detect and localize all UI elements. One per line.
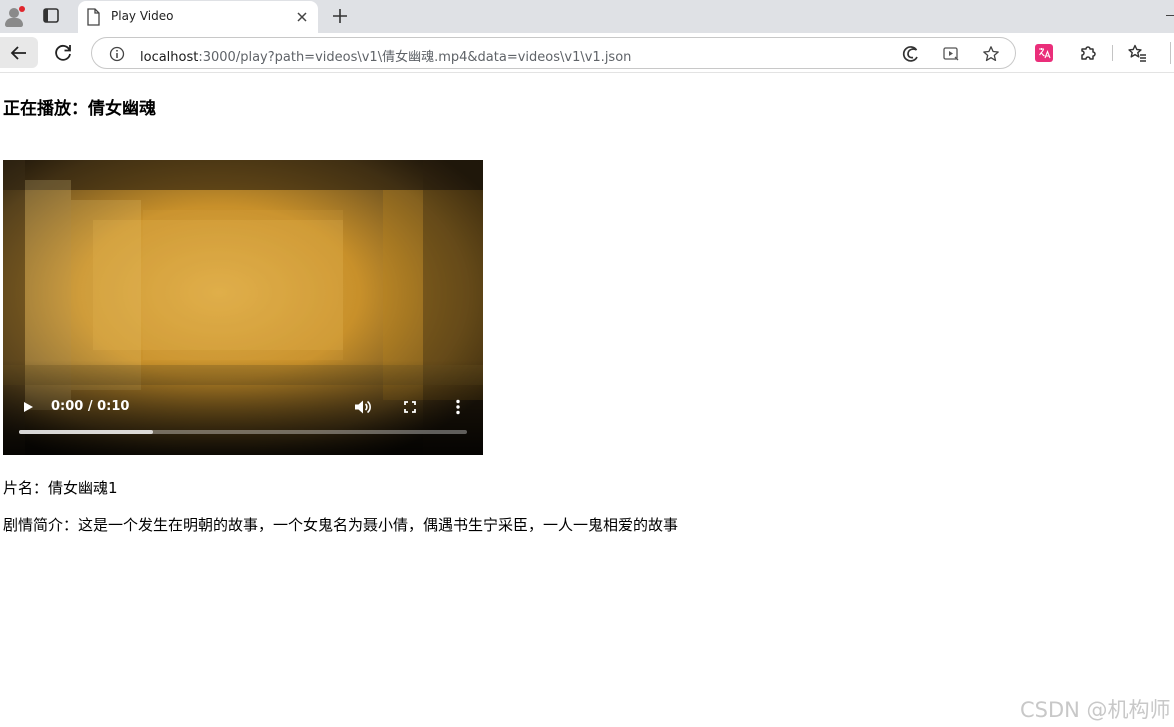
page-icon: [86, 8, 100, 26]
tab-strip: Play Video: [0, 0, 1174, 33]
page-content: 正在播放：倩女幽魂 0:00 / 0:10 片名：倩女幽魂1 剧情简介：这是一个…: [0, 74, 1174, 727]
address-bar[interactable]: localhost:3000/play?path=videos\v1\倩女幽魂.…: [91, 37, 1016, 69]
seek-bar[interactable]: [19, 430, 467, 434]
url-path: :3000/play?path=videos\v1\倩女幽魂.mp4&data=…: [198, 50, 632, 65]
back-button[interactable]: [0, 37, 38, 68]
url-host: localhost: [140, 50, 199, 65]
play-button[interactable]: [20, 399, 36, 415]
tab-title: Play Video: [111, 9, 174, 23]
toolbar-edge: [1170, 42, 1174, 64]
movie-synopsis-line: 剧情简介：这是一个发生在明朝的故事，一个女鬼名为聂小倩，偶遇书生宁采臣，一人一鬼…: [3, 516, 679, 534]
fullscreen-icon: [404, 401, 416, 413]
navigation-bar: localhost:3000/play?path=videos\v1\倩女幽魂.…: [0, 33, 1174, 73]
movie-title-line: 片名：倩女幽魂1: [3, 479, 118, 497]
close-tab-icon[interactable]: [294, 9, 310, 25]
watermark-text: CSDN @机构师: [1020, 698, 1171, 722]
now-playing-heading: 正在播放：倩女幽魂: [3, 99, 156, 119]
time-display: 0:00 / 0:10: [51, 399, 130, 414]
volume-button[interactable]: [353, 398, 373, 416]
site-info-icon[interactable]: [109, 46, 125, 62]
more-options-button[interactable]: [452, 398, 464, 416]
read-aloud-icon[interactable]: [942, 45, 960, 63]
more-vertical-icon: [456, 399, 460, 415]
minimize-icon[interactable]: [1166, 15, 1174, 16]
video-player[interactable]: 0:00 / 0:10: [3, 160, 483, 455]
refresh-icon[interactable]: [51, 41, 75, 65]
fullscreen-button[interactable]: [402, 399, 418, 415]
favorite-star-icon[interactable]: [982, 45, 1000, 63]
toolbar-divider: [1112, 45, 1113, 61]
translate-extension-icon[interactable]: [1034, 43, 1054, 63]
extensions-puzzle-icon[interactable]: [1078, 43, 1098, 63]
play-icon: [24, 402, 33, 412]
favorites-icon[interactable]: [1127, 43, 1147, 63]
edge-app-icon[interactable]: [902, 45, 920, 63]
url-text[interactable]: localhost:3000/play?path=videos\v1\倩女幽魂.…: [140, 46, 631, 65]
volume-icon: [355, 400, 371, 414]
new-tab-icon[interactable]: [330, 6, 350, 26]
buffered-progress: [19, 430, 154, 434]
back-arrow-icon: [10, 46, 26, 60]
browser-tab-play-video[interactable]: Play Video: [78, 1, 318, 33]
profile-avatar-icon[interactable]: [2, 5, 26, 29]
tab-actions-icon[interactable]: [40, 6, 62, 26]
